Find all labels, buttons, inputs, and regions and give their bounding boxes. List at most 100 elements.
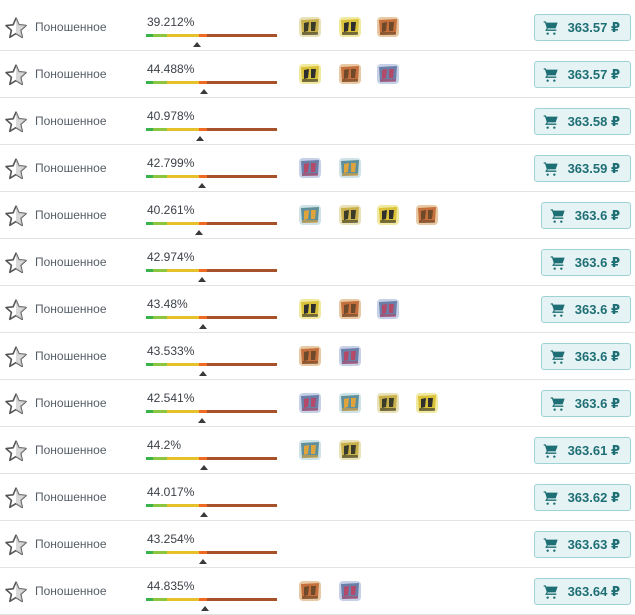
cart-icon	[543, 67, 568, 83]
favorite-star-icon[interactable]	[4, 439, 28, 463]
buy-button[interactable]: 363.6 ₽	[540, 202, 631, 229]
float-bar-segment	[153, 81, 167, 84]
float-bar-segment	[146, 316, 153, 319]
float-bar-segment	[199, 410, 207, 413]
favorite-star-icon[interactable]	[4, 580, 28, 604]
listing-table: Поношенное 39.212% 363.57 ₽ Поношенное 44.48…	[0, 0, 635, 615]
float-indicator: 39.212%	[146, 15, 277, 47]
sticker-2-icon[interactable]	[297, 296, 323, 322]
price-label: 363.58 ₽	[567, 113, 620, 129]
cart-icon	[543, 161, 568, 177]
sticker-2-icon[interactable]	[337, 202, 363, 228]
float-bar-segment	[207, 34, 277, 37]
sticker-2-icon[interactable]	[337, 61, 363, 87]
float-bar-segment	[207, 457, 277, 460]
buy-button[interactable]: 363.59 ₽	[533, 155, 631, 182]
buy-button[interactable]: 363.6 ₽	[540, 343, 631, 370]
float-bar-segment	[146, 551, 153, 554]
sticker-2-icon[interactable]	[297, 202, 323, 228]
float-bar-segment	[167, 363, 199, 366]
buy-button[interactable]: 363.6 ₽	[540, 296, 631, 323]
sticker-2-icon[interactable]	[375, 14, 401, 40]
float-bar-segment	[153, 598, 167, 601]
sticker-2-icon[interactable]	[375, 61, 401, 87]
float-bar	[146, 222, 277, 225]
favorite-star-icon[interactable]	[4, 486, 28, 510]
buy-button[interactable]: 363.63 ₽	[533, 531, 631, 558]
favorite-star-icon[interactable]	[4, 63, 28, 87]
float-bar-segment	[207, 128, 277, 131]
buy-button[interactable]: 363.6 ₽	[540, 249, 631, 276]
sticker-2-icon[interactable]	[337, 343, 363, 369]
cart-icon	[543, 584, 568, 600]
sticker-2-icon[interactable]	[375, 202, 401, 228]
float-bar-segment	[167, 34, 199, 37]
favorite-star-icon[interactable]	[4, 110, 28, 134]
cart-icon	[543, 537, 568, 553]
buy-button[interactable]: 363.62 ₽	[533, 484, 631, 511]
condition-label: Поношенное	[35, 584, 107, 598]
float-bar-segment	[167, 316, 199, 319]
float-indicator: 44.017%	[146, 485, 277, 517]
sticker-2-icon[interactable]	[414, 202, 440, 228]
float-bar-segment	[146, 598, 153, 601]
buy-button[interactable]: 363.58 ₽	[533, 108, 631, 135]
sticker-2-icon[interactable]	[337, 578, 363, 604]
sticker-2-icon[interactable]	[297, 578, 323, 604]
favorite-star-icon[interactable]	[4, 204, 28, 228]
favorite-star-icon[interactable]	[4, 533, 28, 557]
favorite-star-icon[interactable]	[4, 345, 28, 369]
sticker-2-icon[interactable]	[297, 343, 323, 369]
sticker-2-icon[interactable]	[337, 437, 363, 463]
float-bar-segment	[207, 316, 277, 319]
condition-label: Поношенное	[35, 20, 107, 34]
listing-row: Поношенное 44.835% 363.64 ₽	[0, 568, 635, 615]
sticker-2-icon[interactable]	[297, 390, 323, 416]
float-indicator: 43.533%	[146, 344, 277, 376]
float-bar-segment	[146, 175, 153, 178]
buy-button[interactable]: 363.57 ₽	[533, 14, 631, 41]
float-value: 43.254%	[147, 532, 195, 546]
float-bar-segment	[199, 504, 207, 507]
sticker-2-icon[interactable]	[297, 14, 323, 40]
sticker-2-icon[interactable]	[297, 155, 323, 181]
sticker-2-icon[interactable]	[414, 390, 440, 416]
sticker-2-icon[interactable]	[297, 61, 323, 87]
buy-button[interactable]: 363.64 ₽	[533, 578, 631, 605]
float-bar-segment	[167, 598, 199, 601]
favorite-star-icon[interactable]	[4, 392, 28, 416]
sticker-2-icon[interactable]	[337, 390, 363, 416]
float-bar-segment	[167, 81, 199, 84]
float-indicator: 42.974%	[146, 250, 277, 282]
buy-button[interactable]: 363.61 ₽	[533, 437, 631, 464]
float-indicator: 43.254%	[146, 532, 277, 564]
favorite-star-icon[interactable]	[4, 157, 28, 181]
condition-label: Поношенное	[35, 255, 107, 269]
float-bar-segment	[207, 222, 277, 225]
favorite-star-icon[interactable]	[4, 251, 28, 275]
float-indicator: 44.835%	[146, 579, 277, 611]
float-value: 40.978%	[147, 109, 195, 123]
buy-button[interactable]: 363.6 ₽	[540, 390, 631, 417]
sticker-2-icon[interactable]	[337, 296, 363, 322]
float-indicator: 40.261%	[146, 203, 277, 235]
listing-row: Поношенное 39.212% 363.57 ₽	[0, 4, 635, 51]
float-marker-icon	[196, 136, 204, 141]
sticker-2-icon[interactable]	[337, 14, 363, 40]
float-bar-segment	[153, 504, 167, 507]
sticker-2-icon[interactable]	[375, 390, 401, 416]
sticker-2-icon[interactable]	[375, 296, 401, 322]
sticker-2-icon[interactable]	[337, 155, 363, 181]
float-bar-segment	[146, 410, 153, 413]
float-bar-segment	[153, 34, 167, 37]
sticker-2-icon[interactable]	[297, 437, 323, 463]
float-marker-icon	[198, 183, 206, 188]
favorite-star-icon[interactable]	[4, 16, 28, 40]
condition-label: Поношенное	[35, 537, 107, 551]
float-marker-icon	[198, 277, 206, 282]
float-marker-icon	[201, 606, 209, 611]
float-marker-icon	[195, 230, 203, 235]
condition-label: Поношенное	[35, 349, 107, 363]
buy-button[interactable]: 363.57 ₽	[533, 61, 631, 88]
favorite-star-icon[interactable]	[4, 298, 28, 322]
